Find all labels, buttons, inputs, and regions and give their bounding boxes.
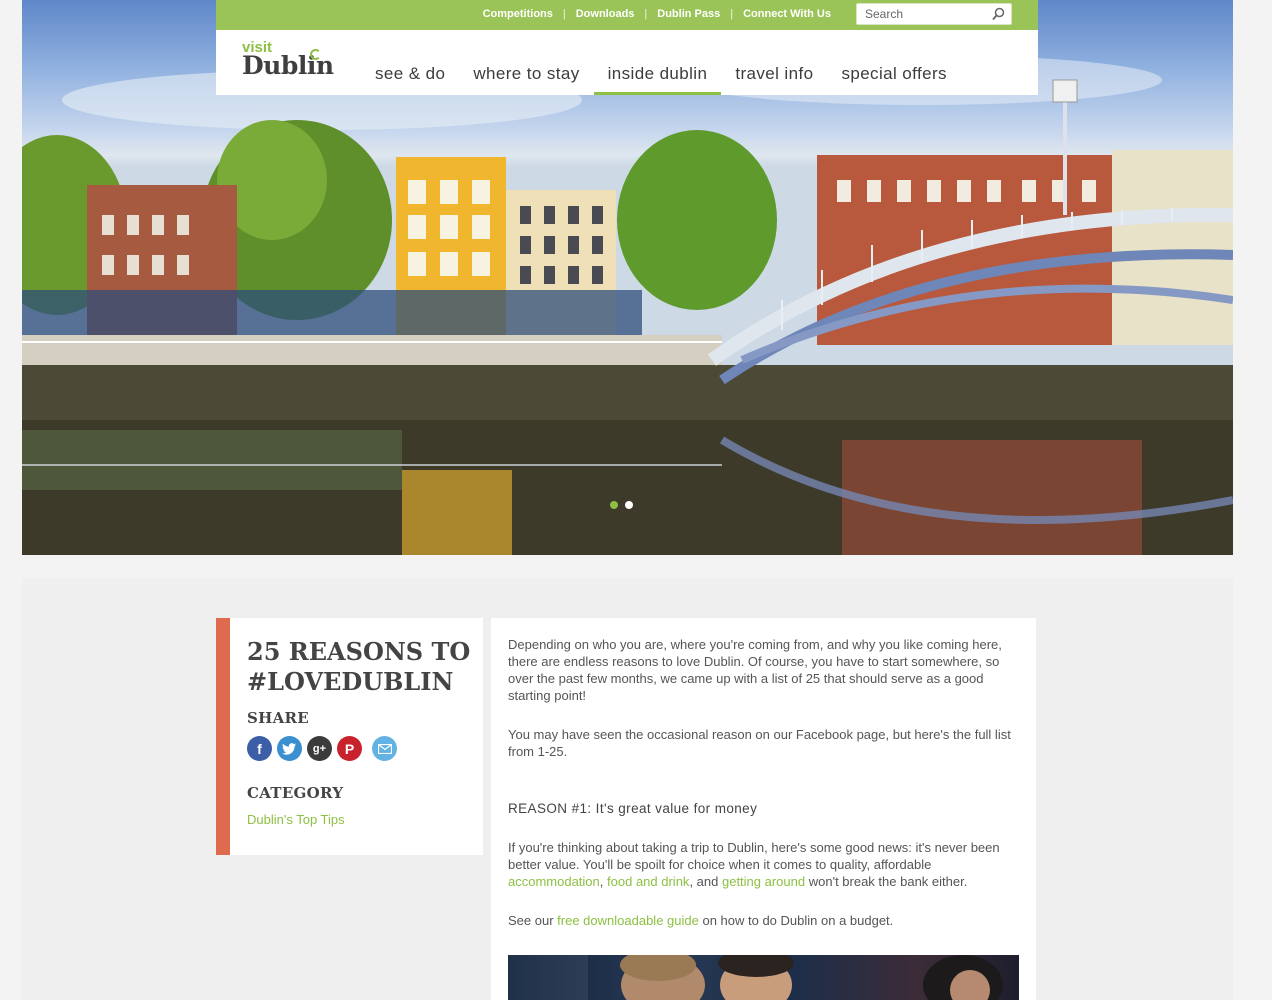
article-body: Depending on who you are, where you're c… (491, 618, 1036, 1000)
article-facebook-note: You may have seen the occasional reason … (508, 727, 1011, 759)
separator: | (730, 8, 734, 20)
nav-see-and-do[interactable]: see & do (361, 64, 459, 94)
carousel-dots (610, 501, 633, 509)
competitions-link[interactable]: Competitions (483, 8, 553, 20)
twitter-icon[interactable] (277, 736, 302, 761)
article-intro: Depending on who you are, where you're c… (508, 637, 1002, 703)
share-label: SHARE (247, 709, 310, 727)
google-plus-icon[interactable]: g+ (307, 736, 332, 761)
email-icon[interactable] (372, 736, 397, 761)
nav-travel-info[interactable]: travel info (721, 64, 827, 94)
accommodation-link[interactable]: accommodation (508, 874, 600, 889)
text-and: , and (689, 874, 719, 889)
search-box (856, 3, 1012, 25)
post-title: 25 REASONS TO #LOVEDUBLIN (247, 637, 471, 696)
category-link[interactable]: Dublin's Top Tips (247, 812, 345, 827)
carousel-dot[interactable] (625, 501, 633, 509)
utility-links: Competitions | Downloads | Dublin Pass |… (483, 8, 831, 20)
nav-inside-dublin[interactable]: inside dublin (593, 64, 722, 95)
article-photo (508, 955, 1003, 1000)
main-header: visit Dublin see & do where to stay insi… (216, 30, 1038, 95)
pinterest-icon[interactable]: P (337, 736, 362, 761)
nav-special-offers[interactable]: special offers (827, 64, 960, 94)
guide-paragraph: See our free downloadable guide on how t… (508, 912, 1019, 929)
main-nav: see & do where to stay inside dublin tra… (361, 64, 961, 95)
post-sidebar: 25 REASONS TO #LOVEDUBLIN SHARE f g+ P C… (216, 618, 483, 855)
guide-text: See our (508, 913, 554, 928)
separator: | (644, 8, 648, 20)
sidebar-accent-bar (216, 618, 230, 855)
reason-text: If you're thinking about taking a trip t… (508, 840, 1000, 872)
share-icons: f g+ P (247, 736, 397, 761)
separator: | (562, 8, 566, 20)
reason-text-end: won't break the bank either. (808, 874, 968, 889)
free-guide-link[interactable]: free downloadable guide (557, 913, 699, 928)
connect-with-us-link[interactable]: Connect With Us (743, 8, 831, 20)
text-comma: , (599, 874, 604, 889)
visit-dublin-logo[interactable]: visit Dublin (242, 40, 334, 78)
utility-bar: Competitions | Downloads | Dublin Pass |… (216, 0, 1038, 30)
facebook-icon[interactable]: f (247, 736, 272, 761)
article-image (508, 955, 1019, 1000)
nav-where-to-stay[interactable]: where to stay (459, 64, 593, 94)
reason-heading: REASON #1: It's great value for money (508, 801, 758, 816)
search-icon[interactable] (992, 7, 1005, 21)
getting-around-link[interactable]: getting around (722, 874, 805, 889)
logo-swirl-icon (310, 49, 321, 60)
guide-text-end: on how to do Dublin on a budget. (702, 913, 894, 928)
dublin-pass-link[interactable]: Dublin Pass (657, 8, 720, 20)
category-label: CATEGORY (247, 784, 344, 802)
reason-paragraph: If you're thinking about taking a trip t… (508, 839, 1019, 890)
carousel-dot[interactable] (610, 501, 618, 509)
search-input[interactable] (857, 4, 989, 24)
food-and-drink-link[interactable]: food and drink (607, 874, 689, 889)
downloads-link[interactable]: Downloads (576, 8, 635, 20)
